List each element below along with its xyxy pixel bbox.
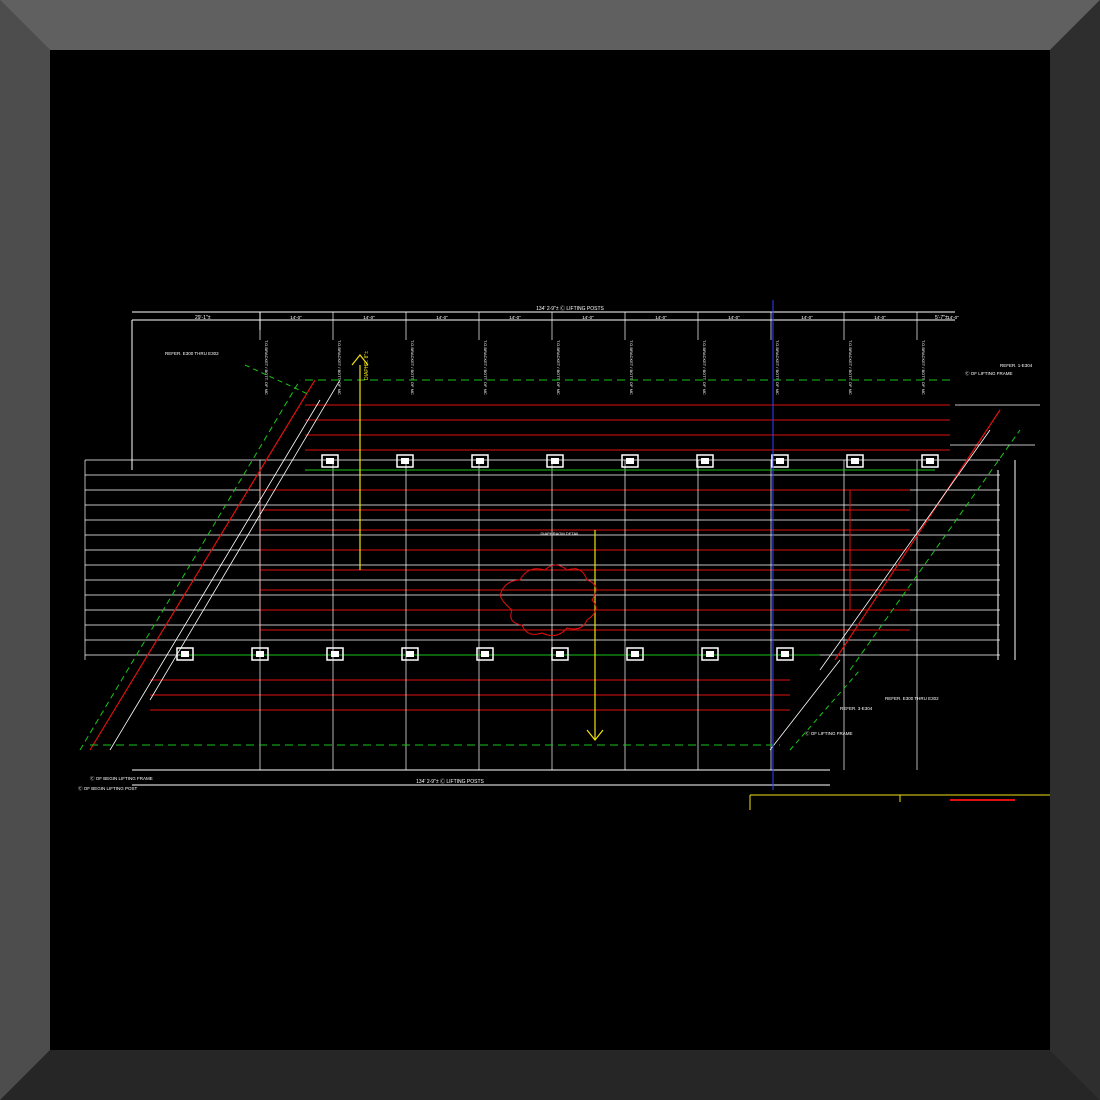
- bracket-label: T.O.BRACKET / BOTT. OF MC: [483, 340, 488, 395]
- bracket-label: T.O.BRACKET / BOTT. OF MC: [264, 340, 269, 395]
- bay-dim-label: 14'-0": [363, 315, 375, 320]
- refer-bottom-right-1: REFER. E300 THRU E302: [885, 696, 939, 701]
- top-left-dim: 29'-1"±: [195, 315, 211, 321]
- bearing-block-bottom-core: [781, 651, 789, 657]
- skew-ends: [79, 364, 1040, 751]
- top-dimension: 134' 2-9"± Ⓒ LIFTING POSTS 29'-1"± 5'-7"…: [131, 305, 955, 470]
- lift-post-left: Ⓒ OF BEGIN LIFTING POST: [78, 785, 138, 792]
- beam-lines: [150, 404, 950, 711]
- bay-dim-label: 14'-0": [582, 315, 594, 320]
- cad-drawing-canvas[interactable]: 134' 2-9"± Ⓒ LIFTING POSTS 29'-1"± 5'-7"…: [50, 50, 1050, 1050]
- bearing-block-top-core: [326, 458, 334, 464]
- bay-dim-label: 14'-0": [801, 315, 813, 320]
- top-right-dim: 5'-7"±: [935, 315, 948, 321]
- bearing-block-top-core: [626, 458, 634, 464]
- bottom-dimension: 134' 2-9"± Ⓒ LIFTING POSTS: [132, 769, 830, 786]
- bracket-label: T.O.BRACKET / BOTT. OF MC: [629, 340, 634, 395]
- lift-frame-left: Ⓒ OF BEGIN LIFTING FRAME: [90, 775, 153, 782]
- bay-dim-label: 14'-0": [509, 315, 521, 320]
- bracket-label: T.O.BRACKET / BOTT. OF MC: [775, 340, 780, 395]
- section-markers: DIAPHR. 8"±: [351, 351, 604, 741]
- bearing-block-top-core: [851, 458, 859, 464]
- bearing-block-bottom-core: [556, 651, 564, 657]
- lift-frame-right: Ⓒ OF LIFTING FRAME: [805, 730, 853, 737]
- refer-bottom-right-2: REFER. 3-E304: [840, 706, 873, 711]
- bearing-block-top-core: [926, 458, 934, 464]
- bracket-label: T.O.BRACKET / BOTT. OF MC: [410, 340, 415, 395]
- bearing-blocks: [176, 454, 939, 661]
- refer-top-left: REFER. E300 THRU E302: [165, 351, 219, 356]
- bay-dim-label: 14'-0": [290, 315, 302, 320]
- bearing-block-bottom-core: [631, 651, 639, 657]
- bearing-block-bottom-core: [256, 651, 264, 657]
- bay-dim-label: 14'-0": [947, 315, 959, 320]
- bottom-overall-dim: 134' 2-9"± Ⓒ LIFTING POSTS: [416, 778, 484, 785]
- bearing-block-bottom-core: [331, 651, 339, 657]
- center-note: DIAPHRAGM DETAIL: [540, 531, 580, 536]
- bay-dim-label: 14'-0": [874, 315, 886, 320]
- bearing-block-bottom-core: [706, 651, 714, 657]
- bay-dim-label: 14'-0": [728, 315, 740, 320]
- title-block-stub: [749, 794, 1050, 810]
- bracket-label: T.O.BRACKET / BOTT. OF MC: [848, 340, 853, 395]
- top-overall-dim: 134' 2-9"± Ⓒ LIFTING POSTS: [536, 305, 604, 312]
- lift-frame-top-right: Ⓒ OF LIFTING FRAME: [965, 370, 1013, 377]
- refer-top-right: REFER. 1-E304: [1000, 363, 1033, 368]
- bracket-label: T.O.BRACKET / BOTT. OF MC: [337, 340, 342, 395]
- bearing-block-top-core: [701, 458, 709, 464]
- bay-dim-label: 14'-0": [655, 315, 667, 320]
- section-label-top: DIAPHR. 8"±: [364, 351, 370, 380]
- bearing-block-top-core: [551, 458, 559, 464]
- bridge-plan-drawing: 134' 2-9"± Ⓒ LIFTING POSTS 29'-1"± 5'-7"…: [78, 300, 1050, 810]
- bracket-label: T.O.BRACKET / BOTT. OF MC: [702, 340, 707, 395]
- bearing-block-bottom-core: [181, 651, 189, 657]
- bay-dim-label: 14'-0": [436, 315, 448, 320]
- bearing-block-top-core: [401, 458, 409, 464]
- bracket-label: T.O.BRACKET / BOTT. OF MC: [921, 340, 926, 395]
- bearing-block-bottom-core: [481, 651, 489, 657]
- bearing-block-top-core: [476, 458, 484, 464]
- bearing-block-top-core: [776, 458, 784, 464]
- bracket-label: T.O.BRACKET / BOTT. OF MC: [556, 340, 561, 395]
- bearing-block-bottom-core: [406, 651, 414, 657]
- right-dimension: [997, 460, 1016, 660]
